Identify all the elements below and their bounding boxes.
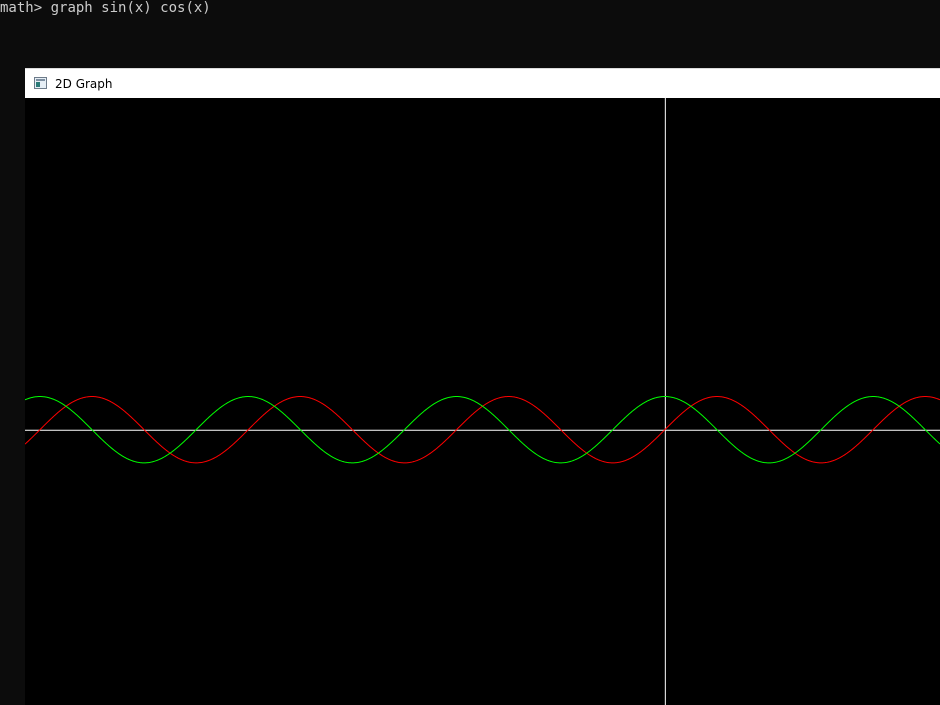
terminal-prompt: math> [0, 0, 43, 16]
terminal-command: graph sin(x) cos(x) [50, 0, 211, 16]
window-titlebar[interactable]: 2D Graph [25, 68, 940, 98]
cosx-curve [25, 396, 940, 464]
window-title: 2D Graph [55, 77, 113, 91]
series-layer [25, 396, 940, 464]
application-window-icon [34, 77, 47, 89]
terminal-command-line: math> graph sin(x) cos(x) [0, 0, 211, 16]
plot-area[interactable] [25, 98, 940, 705]
graph-canvas[interactable] [25, 98, 940, 705]
graph-window[interactable]: 2D Graph [25, 68, 940, 705]
terminal-window: { "terminal": { "prompt": "math>", "comm… [0, 0, 940, 705]
